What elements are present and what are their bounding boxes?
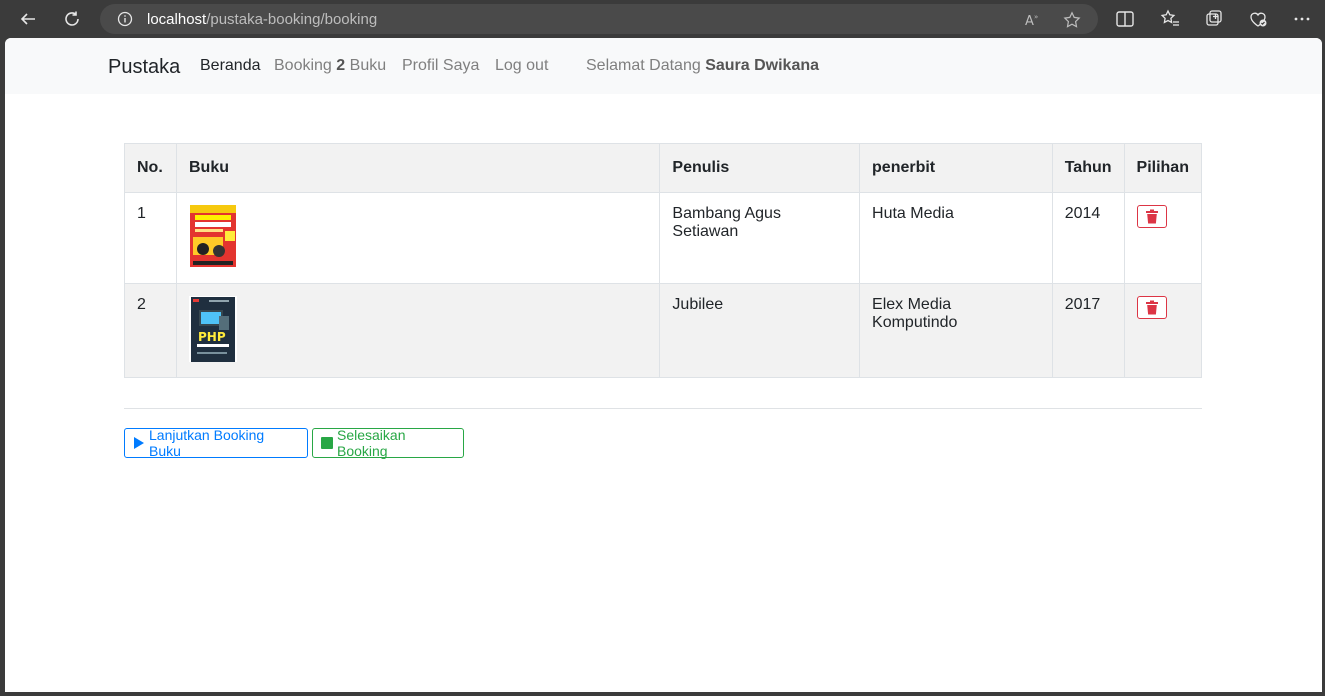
row-author: Jubilee (659, 283, 861, 378)
header-year: Tahun (1051, 143, 1125, 193)
trash-icon (1145, 300, 1158, 315)
booking-prefix: Booking (274, 57, 332, 74)
row-book-cell: PHP (175, 283, 661, 378)
collections-icon[interactable] (1204, 9, 1224, 29)
address-bar[interactable]: localhost/pustaka-booking/booking A» (100, 4, 1098, 34)
row-year: 2014 (1051, 192, 1125, 284)
site-info-icon[interactable] (117, 11, 133, 27)
divider (124, 408, 1202, 409)
user-name: Saura Dwikana (705, 57, 820, 74)
delete-button[interactable] (1136, 205, 1167, 228)
page-viewport: Pustaka Beranda Booking 2 Buku Profil Sa… (5, 38, 1322, 692)
split-screen-icon[interactable] (1115, 9, 1135, 29)
booking-suffix: Buku (349, 57, 387, 74)
url-host: localhost (147, 10, 207, 28)
row-publisher: Huta Media (859, 192, 1053, 284)
svg-text:»: » (1034, 13, 1038, 21)
row-year: 2017 (1051, 283, 1125, 378)
header-options: Pilihan (1123, 143, 1203, 193)
play-icon (133, 436, 145, 450)
nav-item-booking[interactable]: Booking 2 Buku (274, 57, 386, 75)
navbar-brand[interactable]: Pustaka (108, 56, 180, 79)
finish-booking-button[interactable]: Selesaikan Booking (312, 427, 464, 459)
book-cover-belajar-komputer-icon (189, 205, 236, 267)
read-aloud-icon[interactable]: A» (1024, 11, 1042, 29)
trash-icon (1145, 209, 1158, 224)
favorites-icon[interactable] (1160, 9, 1180, 29)
nav-item-beranda[interactable]: Beranda (200, 57, 261, 75)
browser-essentials-icon[interactable] (1248, 9, 1268, 29)
nav-item-profil[interactable]: Profil Saya (402, 57, 479, 75)
header-author: Penulis (659, 143, 861, 193)
header-book: Buku (175, 143, 661, 193)
browser-toolbar: localhost/pustaka-booking/booking A» (0, 0, 1325, 38)
welcome-prefix: Selamat Datang (586, 57, 701, 74)
book-cover-php-komplet-icon: PHP (188, 296, 237, 362)
table-row: 2 PHP Jubilee Elex Media Komputindo 2017 (124, 283, 1203, 378)
table-row: 1 Bambang Agus Setiawan Huta Media 2014 (124, 192, 1203, 284)
row-publisher: Elex Media Komputindo (859, 283, 1053, 378)
svg-text:PHP: PHP (198, 330, 226, 344)
booking-table-wrapper: No. Buku Penulis penerbit Tahun Pilihan … (124, 143, 1203, 378)
welcome-text: Selamat Datang Saura Dwikana (586, 57, 819, 75)
delete-button[interactable] (1136, 296, 1167, 319)
nav-item-logout[interactable]: Log out (495, 57, 548, 75)
header-no: No. (124, 143, 177, 193)
finish-booking-label: Selesaikan Booking (337, 427, 406, 459)
row-options (1123, 283, 1203, 378)
continue-booking-label: Lanjutkan Booking Buku (149, 427, 265, 459)
row-no: 1 (124, 192, 177, 284)
stop-icon (321, 437, 333, 449)
back-icon[interactable] (15, 7, 41, 31)
booking-table: No. Buku Penulis penerbit Tahun Pilihan … (124, 143, 1203, 378)
booking-count: 2 (336, 57, 346, 74)
table-header-row: No. Buku Penulis penerbit Tahun Pilihan (124, 143, 1203, 193)
row-book-cell (175, 192, 661, 284)
svg-text:A: A (1025, 14, 1034, 29)
address-url: localhost/pustaka-booking/booking (147, 11, 377, 28)
url-path: /pustaka-booking/booking (206, 10, 378, 28)
top-navbar: Pustaka Beranda Booking 2 Buku Profil Sa… (5, 38, 1322, 94)
more-options-icon[interactable] (1292, 9, 1312, 29)
continue-booking-button[interactable]: Lanjutkan Booking Buku (124, 427, 308, 459)
favorite-star-icon[interactable] (1063, 11, 1081, 29)
refresh-icon[interactable] (59, 7, 85, 31)
header-publisher: penerbit (859, 143, 1053, 193)
row-author: Bambang Agus Setiawan (659, 192, 861, 284)
row-options (1123, 192, 1203, 284)
row-no: 2 (124, 283, 177, 378)
